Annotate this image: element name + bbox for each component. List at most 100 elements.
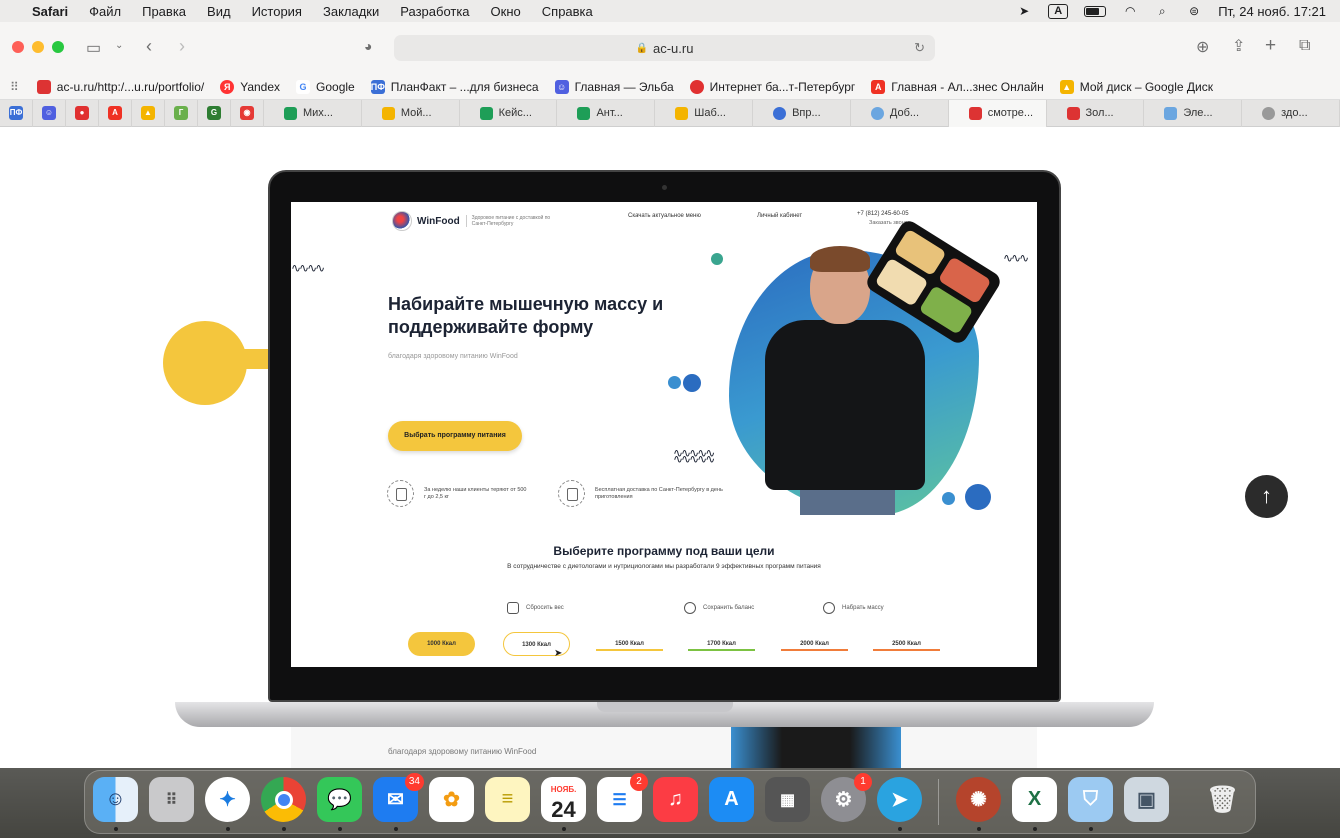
calendar-icon[interactable]: НОЯБ. 24 [541, 777, 586, 822]
tab[interactable]: Ант... [557, 99, 656, 127]
favorite-item[interactable]: ПФ ПланФакт – ...для бизнеса [370, 79, 539, 94]
favorite-item[interactable]: Я Yandex [220, 79, 280, 94]
tab[interactable]: Эле... [1144, 99, 1243, 127]
excel-icon[interactable]: X [1012, 777, 1057, 822]
calorie-option-2500[interactable]: 2500 Ккал [873, 632, 940, 656]
favorite-item[interactable]: ☺ Главная — Эльба [554, 79, 674, 94]
calorie-option-1700[interactable]: 1700 Ккал [688, 632, 755, 656]
system-settings-icon[interactable]: ⚙ 1 [821, 773, 872, 822]
chrome-icon[interactable] [261, 777, 306, 822]
goal-gain-mass[interactable]: Набрать массу [823, 602, 884, 614]
goal-keep-balance[interactable]: Сохранить баланс [684, 602, 754, 614]
address-text[interactable]: ac-u.ru [653, 41, 693, 56]
tab[interactable]: Зол... [1047, 99, 1145, 127]
reload-icon[interactable]: ↻ [914, 40, 925, 56]
new-tab-icon[interactable]: + [1265, 35, 1276, 57]
wifi-icon[interactable]: ◠ [1122, 4, 1138, 18]
nav-cabinet[interactable]: Личный кабинет [757, 213, 802, 219]
shield-app-icon[interactable]: ⛉ [1068, 777, 1113, 822]
music-icon[interactable]: ♫ [653, 777, 698, 822]
goal-label: Сбросить вес [526, 605, 564, 611]
favorite-item[interactable]: ▲ Мой диск – Google Диск [1059, 79, 1213, 94]
tab[interactable]: Кейс... [460, 99, 558, 127]
control-center-icon[interactable]: ⊜ [1186, 4, 1202, 18]
favorite-item[interactable]: Интернет ба...т-Петербург [689, 79, 855, 94]
sidebar-toggle-icon[interactable]: ▭ [86, 38, 101, 58]
favorite-item[interactable]: А Главная - Ал...знес Онлайн [871, 79, 1044, 94]
pinned-tab[interactable]: G [198, 99, 231, 127]
menu-app-name[interactable]: Safari [32, 4, 68, 19]
nav-download-menu[interactable]: Скачать актуальное меню [628, 213, 701, 219]
notes-icon[interactable]: ≡ [485, 777, 530, 822]
pinned-tab[interactable]: ● [66, 99, 99, 127]
chevron-down-icon[interactable]: ⌄ [115, 40, 123, 51]
menu-develop[interactable]: Разработка [400, 4, 469, 19]
favorites-grid-icon[interactable]: ⠿ [10, 80, 19, 94]
input-source-indicator[interactable]: A [1048, 3, 1069, 19]
pinned-tab[interactable]: ◉ [231, 99, 264, 127]
dock: ☺ ⠿ ✦ 💬 ✉ 34 ✿ ≡ НОЯБ. 24 ☰ 2 ♫ A ▦ ⚙ 1 ➤ ✺ … [84, 770, 1256, 834]
forward-button-icon[interactable]: › [179, 36, 185, 57]
photos-icon[interactable]: ✿ [429, 777, 474, 822]
battery-icon[interactable] [1084, 5, 1107, 17]
calorie-label: 2500 Ккал [892, 641, 921, 647]
telegram-status-icon[interactable]: ➤ [1016, 4, 1032, 18]
back-button-icon[interactable]: ‹ [146, 36, 152, 57]
menu-clock[interactable]: Пт, 24 нояб. 17:21 [1218, 4, 1326, 19]
menu-file[interactable]: Файл [89, 4, 121, 19]
phone-number[interactable]: +7 (812) 245-60-05 [857, 211, 909, 217]
menu-help[interactable]: Справка [542, 4, 593, 19]
tab[interactable]: Доб... [851, 99, 949, 127]
menu-view[interactable]: Вид [207, 4, 231, 19]
calorie-option-1500[interactable]: 1500 Ккал [596, 632, 663, 656]
tab-label: Шаб... [694, 107, 726, 119]
finder-icon[interactable]: ☺ [93, 777, 138, 822]
spotlight-search-icon[interactable]: ⌕ [1154, 4, 1170, 18]
favorite-item[interactable]: G Google [296, 79, 355, 94]
minimize-window-button[interactable] [32, 41, 44, 53]
tab[interactable]: Мих... [264, 99, 362, 127]
downloads-icon[interactable]: ⊕ [1196, 37, 1209, 57]
scroll-to-top-button[interactable]: ↑ [1245, 475, 1288, 518]
tab-overview-icon[interactable]: ⧉ [1299, 37, 1310, 55]
tab-active[interactable]: смотре... [948, 99, 1047, 127]
share-icon[interactable]: ⇪ [1232, 36, 1245, 56]
goal-lose-weight[interactable]: Сбросить вес [507, 602, 564, 614]
pinned-tab[interactable]: ПФ [0, 99, 33, 127]
menu-history[interactable]: История [252, 4, 302, 19]
menu-window[interactable]: Окно [491, 4, 521, 19]
close-window-button[interactable] [12, 41, 24, 53]
decorative-wave: ∿∿∿∿∿ ∿∿∿∿∿ [673, 446, 715, 466]
wax-seal-app-icon[interactable]: ✺ [956, 777, 1001, 822]
address-bar[interactable]: 🔒 ac-u.ru ↻ [394, 35, 935, 61]
calorie-option-1000[interactable]: 1000 Ккал [408, 632, 475, 656]
dumbbell-icon [823, 602, 835, 614]
messages-icon[interactable]: 💬 [317, 777, 362, 822]
pinned-tab[interactable]: Г [165, 99, 198, 127]
launchpad-icon[interactable]: ⠿ [149, 777, 194, 822]
tab[interactable]: Шаб... [655, 99, 754, 127]
calorie-option-2000[interactable]: 2000 Ккал [781, 632, 848, 656]
pinned-tab[interactable]: ☺ [33, 99, 66, 127]
zoom-window-button[interactable] [52, 41, 64, 53]
winfood-logo[interactable]: WinFood Здоровое питание с доставкой по … [392, 211, 561, 231]
preview-icon[interactable]: ▣ [1124, 777, 1169, 822]
calculator-icon[interactable]: ▦ [765, 777, 810, 822]
safari-icon[interactable]: ✦ [205, 777, 250, 822]
mail-icon[interactable]: ✉ 34 [373, 773, 424, 822]
bank-icon [689, 79, 704, 94]
menu-bookmarks[interactable]: Закладки [323, 4, 379, 19]
favorite-item[interactable]: ac-u.ru/http:/...u.ru/portfolio/ [36, 79, 204, 94]
tab[interactable]: Мой... [362, 99, 460, 127]
telegram-icon[interactable]: ➤ [877, 777, 922, 822]
trash-icon[interactable]: 🗑 [1200, 777, 1245, 822]
reminders-icon[interactable]: ☰ 2 [597, 773, 648, 822]
menu-edit[interactable]: Правка [142, 4, 186, 19]
goal-label: Набрать массу [842, 605, 884, 611]
pinned-tab[interactable]: ▲ [132, 99, 165, 127]
tab[interactable]: Впр... [753, 99, 851, 127]
pinned-tab[interactable]: А [99, 99, 132, 127]
choose-program-button[interactable]: Выбрать программу питания [388, 421, 522, 451]
app-store-icon[interactable]: A [709, 777, 754, 822]
tab[interactable]: здо... [1242, 99, 1340, 127]
